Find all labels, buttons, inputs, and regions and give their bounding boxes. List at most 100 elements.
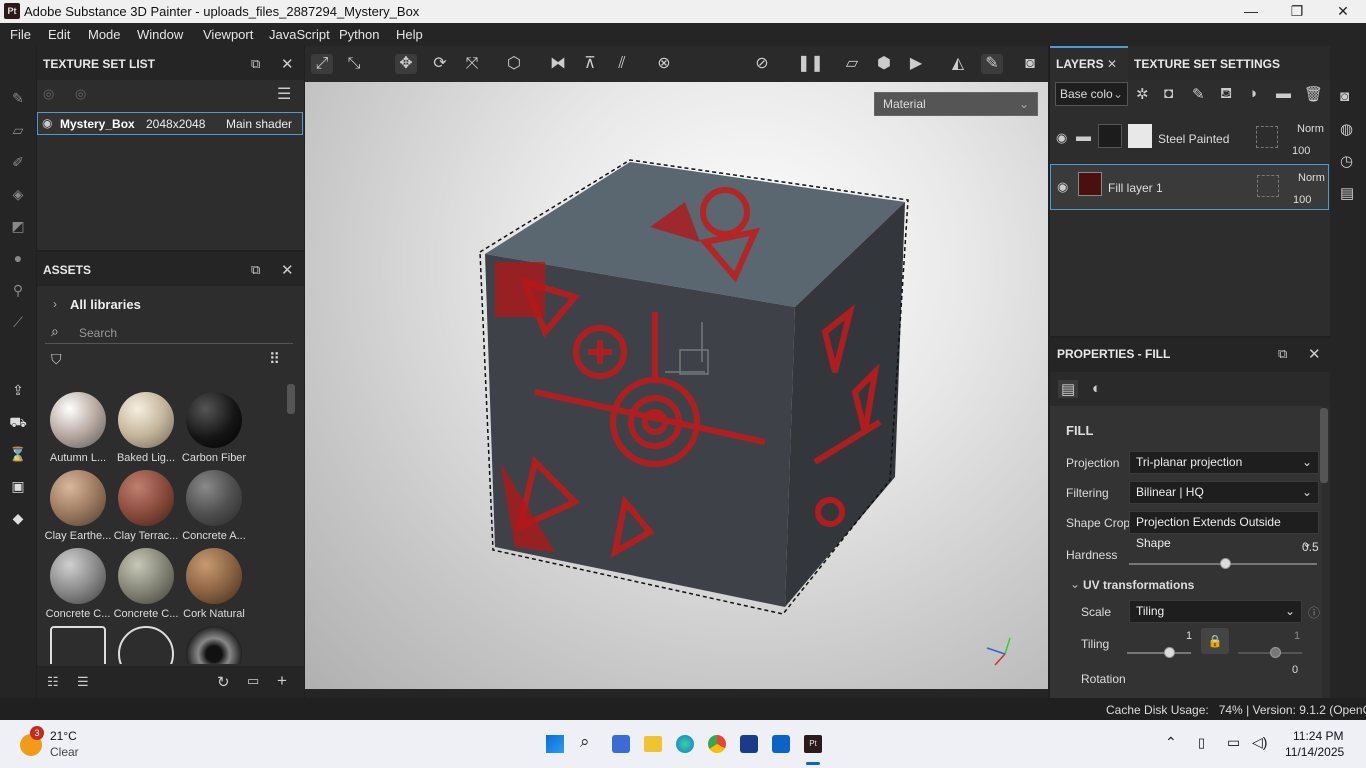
store-icon[interactable] xyxy=(740,735,758,753)
rotate-icon[interactable]: ⟳ xyxy=(429,54,451,74)
network-icon[interactable]: ▭ xyxy=(1227,734,1240,751)
fill-layer-icon[interactable]: ⛾ xyxy=(1220,85,1232,104)
material-item[interactable]: Concrete A... xyxy=(179,470,249,542)
light-icon[interactable]: ◭ xyxy=(947,54,969,74)
shader-settings-icon[interactable]: ◆ xyxy=(8,508,28,528)
paint-brush-icon[interactable]: ✎ xyxy=(8,88,28,108)
measure-icon[interactable]: ⟋ xyxy=(8,312,28,332)
float-panel-icon[interactable]: ⧉ xyxy=(251,56,260,72)
texture-set-shader[interactable]: Main shader xyxy=(226,117,292,131)
shelf-icon[interactable]: ⌛ xyxy=(8,444,28,464)
material-item[interactable]: Baked Lig... xyxy=(111,392,181,464)
clock-date[interactable]: 11/14/2025 xyxy=(1285,745,1344,759)
shape-crop-dropdown[interactable]: Projection Extends Outside Shape ⌄ xyxy=(1129,511,1319,550)
eye-icon[interactable]: ◉ xyxy=(1056,130,1067,146)
info-icon[interactable]: ⓘ xyxy=(1308,604,1320,621)
polygon-fill-icon[interactable]: ⤡ xyxy=(343,54,365,74)
material-item[interactable]: Autumn L... xyxy=(43,392,113,464)
smart-mask-icon[interactable]: ◑ xyxy=(1248,85,1257,102)
details-view-icon[interactable]: ☰ xyxy=(77,674,89,690)
eye-icon[interactable]: ◉ xyxy=(42,116,52,130)
projection-icon[interactable]: ✐ xyxy=(8,152,28,172)
geometry-fill-icon[interactable]: ◈ xyxy=(8,184,28,204)
paint-mode-icon[interactable]: ✎ xyxy=(981,54,1003,74)
visibility-alt-icon[interactable]: ◎ xyxy=(75,86,86,102)
smudge-icon[interactable]: ◩ xyxy=(8,216,28,236)
eraser-icon[interactable]: ▱ xyxy=(8,120,28,140)
material-item[interactable]: Concrete C... xyxy=(43,548,113,620)
search-input[interactable]: Search xyxy=(79,326,117,340)
material-item[interactable]: Cork Natural xyxy=(179,548,249,620)
close-panel-icon[interactable]: ✕ xyxy=(281,261,294,279)
layer-row[interactable]: ◉ ▬ Steel Painted Norm 100 xyxy=(1050,116,1330,162)
menu-edit[interactable]: Edit xyxy=(48,27,70,42)
menu-list-icon[interactable]: ☰ xyxy=(277,84,291,104)
3d-view-icon[interactable]: ⬢ xyxy=(873,54,895,74)
scale-icon[interactable]: ⤧ xyxy=(461,54,483,74)
assets-scrollbar[interactable] xyxy=(287,384,295,414)
close-tab-icon[interactable]: ✕ xyxy=(1107,57,1117,71)
cube-icon[interactable]: ⬡ xyxy=(503,54,525,74)
export-icon[interactable]: ⇪ xyxy=(8,380,28,400)
new-folder-icon[interactable]: ▭ xyxy=(247,673,259,689)
symmetry-icon[interactable]: ⧓ xyxy=(547,54,569,74)
material-item[interactable] xyxy=(43,626,113,664)
fill-properties-icon[interactable]: ▤ xyxy=(1058,380,1079,398)
list-view-icon[interactable]: ☷ xyxy=(47,674,59,690)
view-mode-icon[interactable]: ▱ xyxy=(841,54,863,74)
clone-icon[interactable]: ● xyxy=(8,248,28,268)
filtering-dropdown[interactable]: Bilinear | HQ ⌄ xyxy=(1129,481,1319,504)
tiling-u-slider-handle[interactable] xyxy=(1164,647,1175,658)
tiling-value-u[interactable]: 1 xyxy=(1186,630,1192,642)
rotation-value[interactable]: 0 xyxy=(1292,664,1298,676)
filter-icon[interactable]: ⛉ xyxy=(51,351,62,368)
display-icon[interactable]: ◙ xyxy=(1340,88,1349,105)
mask-icon[interactable]: ◘ xyxy=(1164,85,1173,102)
menu-window[interactable]: Window xyxy=(137,27,183,42)
library-label[interactable]: All libraries xyxy=(70,297,141,312)
menu-help[interactable]: Help xyxy=(396,27,423,42)
substance-painter-icon[interactable]: Pt xyxy=(804,735,822,753)
material-item[interactable]: Clay Terrac... xyxy=(111,470,181,542)
projection-dropdown[interactable]: Tri-planar projection ⌄ xyxy=(1129,451,1319,474)
bake-icon[interactable]: ⛟ xyxy=(8,412,28,432)
menu-file[interactable]: File xyxy=(10,27,31,42)
reset-icon[interactable]: ⊗ xyxy=(653,54,675,74)
hardness-value[interactable]: 0.5 xyxy=(1302,540,1319,554)
mystery-box-model[interactable] xyxy=(305,82,1048,689)
search-field[interactable]: ⌕ Search xyxy=(45,320,293,344)
scale-dropdown[interactable]: Tiling ⌄ xyxy=(1129,600,1302,623)
visibility-icon[interactable]: ◎ xyxy=(43,86,54,102)
folder-icon[interactable]: ▬ xyxy=(1276,85,1291,102)
pause-icon[interactable]: ❚❚ xyxy=(797,54,824,74)
tiling-v-slider-handle[interactable] xyxy=(1270,647,1281,658)
hardness-slider-handle[interactable] xyxy=(1220,558,1231,569)
device-icon[interactable]: ▯ xyxy=(1198,735,1205,751)
chevron-down-icon[interactable]: ⌄ xyxy=(1070,577,1080,591)
search-icon[interactable]: ⌕ xyxy=(580,732,590,752)
tab-layers[interactable]: LAYERS ✕ xyxy=(1050,46,1128,80)
menu-javascript[interactable]: JavaScript xyxy=(269,27,330,42)
tab-texture-set-settings[interactable]: TEXTURE SET SETTINGS xyxy=(1134,57,1280,71)
tiling-value-v[interactable]: 1 xyxy=(1294,630,1300,642)
trash-icon[interactable]: 🗑 xyxy=(1304,85,1323,103)
eye-icon[interactable]: ◉ xyxy=(1057,179,1068,195)
screenshot-icon[interactable]: ◙ xyxy=(1019,54,1041,74)
brush-layer-icon[interactable]: ✎ xyxy=(1192,85,1205,103)
material-item[interactable]: Clay Earthe... xyxy=(43,470,113,542)
grid-view-icon[interactable]: ⠿ xyxy=(269,350,280,368)
align-icon[interactable]: ⊼ xyxy=(579,54,601,74)
file-explorer-icon[interactable] xyxy=(644,736,662,752)
layer-row[interactable]: ◉ Fill layer 1 Norm 100 xyxy=(1050,164,1329,210)
add-icon[interactable]: + xyxy=(277,671,287,691)
clock-time[interactable]: 11:24 PM xyxy=(1293,729,1343,743)
menu-viewport[interactable]: Viewport xyxy=(203,27,253,42)
hide-icon[interactable]: ⊘ xyxy=(751,54,773,74)
material-item[interactable] xyxy=(111,626,181,664)
blend-mode[interactable]: Norm xyxy=(1297,123,1324,135)
material-item[interactable] xyxy=(179,626,249,664)
split-icon[interactable]: ⫽ xyxy=(611,54,633,74)
history-icon[interactable]: ◷ xyxy=(1340,152,1353,170)
channel-dropdown[interactable]: Base colo ⌄ xyxy=(1055,82,1128,106)
minimize-button[interactable]: — xyxy=(1228,0,1274,23)
